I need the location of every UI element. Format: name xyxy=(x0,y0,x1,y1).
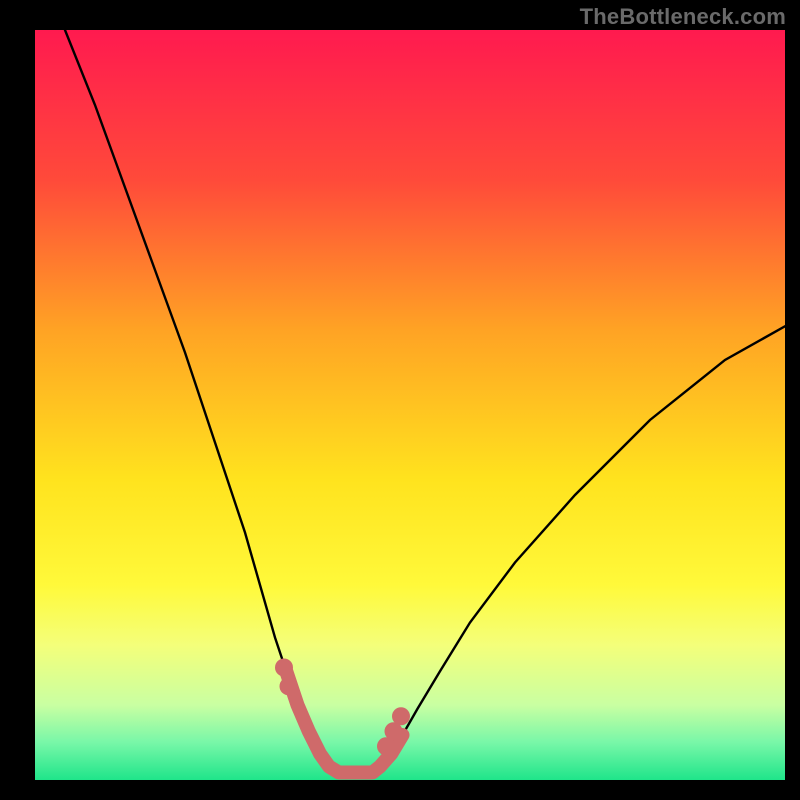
right-curve xyxy=(373,326,786,772)
plot-area xyxy=(35,30,785,780)
chart-frame: TheBottleneck.com xyxy=(0,0,800,800)
curves-layer xyxy=(35,30,785,780)
valley-marker xyxy=(280,677,298,695)
valley-marker xyxy=(392,707,410,725)
valley-marker xyxy=(275,659,293,677)
watermark-text: TheBottleneck.com xyxy=(580,4,786,30)
valley-highlight xyxy=(286,671,402,772)
left-curve xyxy=(65,30,335,773)
